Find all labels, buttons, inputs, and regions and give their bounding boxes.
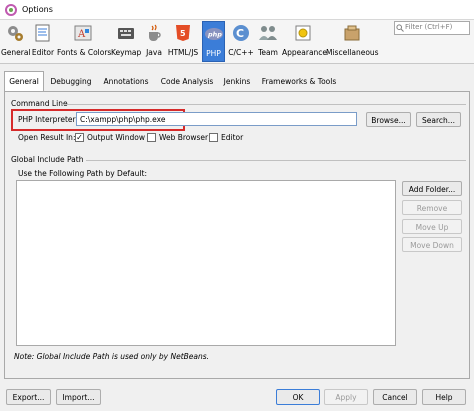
tab-annotations[interactable]: Annotations: [98, 72, 154, 91]
toolbar-item-html-js[interactable]: 5 HTML/JS: [166, 21, 200, 62]
include-path-separator: [86, 160, 466, 161]
svg-text:5: 5: [180, 29, 186, 38]
ok-button[interactable]: OK: [276, 389, 320, 405]
keymap-icon: [118, 28, 134, 39]
global-include-path-section-label: Global Include Path: [11, 155, 84, 164]
toolbar-label: Team: [258, 48, 278, 57]
toolbar-item-general[interactable]: General: [1, 21, 31, 62]
php-interpreter-label: PHP Interpreter:: [18, 115, 78, 124]
include-path-list-label: Use the Following Path by Default:: [18, 169, 147, 178]
toolbar-label: Keymap: [111, 48, 142, 57]
toolbar-label: Editor: [31, 48, 55, 57]
help-button[interactable]: Help: [422, 389, 466, 405]
toolbar-label: Fonts & Colors: [57, 48, 112, 57]
remove-button[interactable]: Remove: [402, 200, 462, 215]
editor-icon: [35, 24, 50, 42]
open-result-label: Open Result In:: [18, 133, 76, 142]
team-icon: [259, 26, 277, 40]
toolbar-label: Miscellaneous: [326, 48, 379, 57]
general-gear-icon: [7, 26, 23, 41]
editor-label: Editor: [221, 133, 244, 142]
php-icon: php: [204, 28, 223, 40]
fonts-colors-icon: A: [74, 25, 92, 41]
import-button[interactable]: Import...: [56, 389, 101, 405]
appearance-icon: [295, 25, 311, 41]
tab-jenkins[interactable]: Jenkins: [220, 72, 254, 91]
command-line-section-label: Command Line: [11, 99, 68, 108]
toolbar-item-php[interactable]: php PHP: [202, 21, 225, 62]
netbeans-app-icon: [5, 4, 17, 16]
include-path-note: Note: Global Include Path is used only b…: [14, 352, 210, 361]
web-browser-checkbox[interactable]: [147, 133, 156, 142]
java-cup-icon: [149, 24, 161, 41]
toolbar-item-fonts-colors[interactable]: A Fonts & Colors: [57, 21, 112, 62]
toolbar-item-cpp[interactable]: C C/C++: [227, 21, 255, 62]
move-down-button[interactable]: Move Down: [402, 237, 462, 252]
toolbar-label: General: [1, 48, 31, 57]
toolbar-label: Appearance: [282, 48, 328, 57]
search-icon: [396, 24, 404, 32]
php-interpreter-field[interactable]: C:\xampp\php\php.exe: [76, 112, 357, 126]
tab-general[interactable]: General: [4, 71, 44, 91]
svg-text:C: C: [236, 27, 244, 40]
tab-frameworks-tools[interactable]: Frameworks & Tools: [256, 72, 342, 91]
add-folder-button[interactable]: Add Folder...: [402, 181, 462, 196]
tab-debugging[interactable]: Debugging: [46, 72, 96, 91]
toolbar-label: Java: [146, 48, 162, 57]
cpp-icon: C: [233, 25, 249, 41]
window-title: Options: [22, 5, 53, 14]
output-window-label: Output Window: [87, 133, 146, 142]
apply-button[interactable]: Apply: [324, 389, 368, 405]
toolbar-item-appearance[interactable]: Appearance: [282, 21, 328, 62]
toolbar-label: C/C++: [228, 48, 254, 57]
html5-icon: 5: [176, 25, 190, 41]
browse-button[interactable]: Browse...: [366, 112, 411, 127]
include-path-list[interactable]: [16, 180, 396, 346]
toolbar-item-miscellaneous[interactable]: Miscellaneous: [326, 21, 379, 62]
miscellaneous-icon: [344, 25, 359, 41]
toolbar-item-team[interactable]: Team: [256, 21, 280, 62]
toolbar-item-editor[interactable]: Editor: [30, 21, 56, 62]
filter-input[interactable]: Filter (Ctrl+F): [394, 21, 470, 35]
filter-placeholder: Filter (Ctrl+F): [405, 23, 453, 31]
toolbar-label: PHP: [206, 49, 221, 58]
export-button[interactable]: Export...: [6, 389, 51, 405]
web-browser-label: Web Browser: [159, 133, 209, 142]
command-line-separator: [62, 104, 466, 105]
toolbar-item-keymap[interactable]: Keymap: [111, 21, 141, 62]
search-button[interactable]: Search...: [416, 112, 461, 127]
toolbar-label: HTML/JS: [167, 48, 199, 57]
output-window-checkbox[interactable]: ✓: [75, 133, 84, 142]
title-bar: Options: [0, 0, 474, 20]
svg-text:php: php: [207, 31, 222, 39]
svg-text:A: A: [77, 29, 86, 40]
toolbar-item-java[interactable]: Java: [143, 21, 165, 62]
move-up-button[interactable]: Move Up: [402, 219, 462, 234]
tab-code-analysis[interactable]: Code Analysis: [156, 72, 218, 91]
cancel-button[interactable]: Cancel: [373, 389, 417, 405]
editor-checkbox[interactable]: [209, 133, 218, 142]
